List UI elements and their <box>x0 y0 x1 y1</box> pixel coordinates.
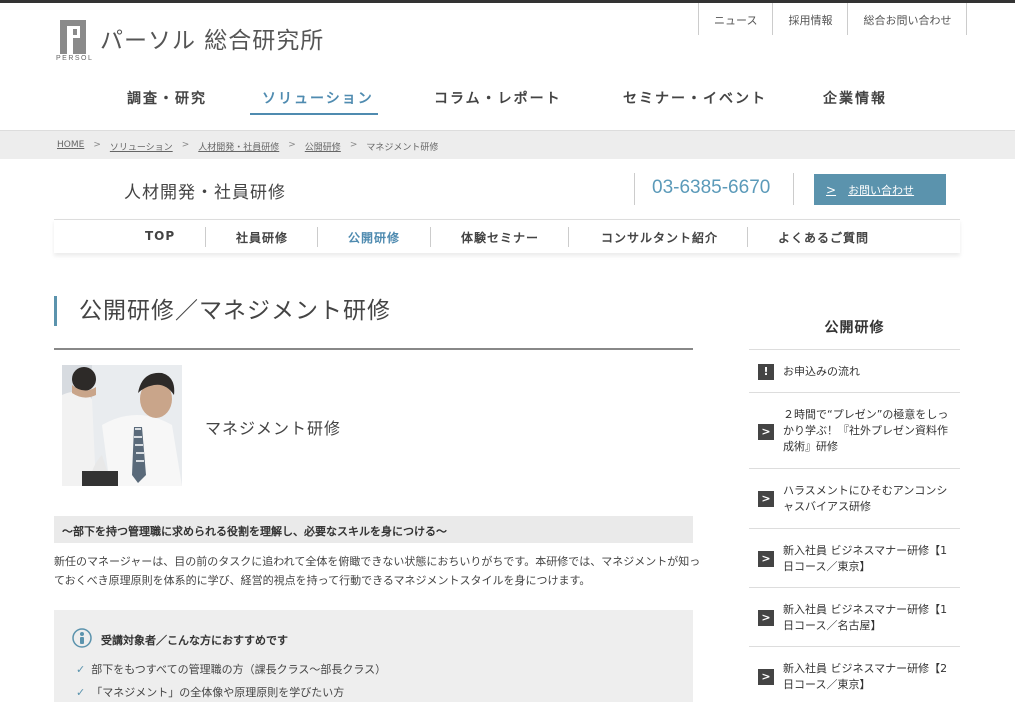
util-link-recruit[interactable]: 採用情報 <box>772 3 847 35</box>
page-title: 公開研修／マネジメント研修 <box>54 296 391 326</box>
breadcrumb-home[interactable]: HOME <box>57 140 84 153</box>
section-title[interactable]: 人材開発・社員研修 <box>124 178 286 203</box>
lead-box: 〜部下を持つ管理職に求められる役割を理解し、必要なスキルを身につける〜 <box>54 516 693 543</box>
sidebar-item-presentation[interactable]: > ２時間で“プレゼン”の極意をしっかり学ぶ！『社外プレゼン資料作成術』研修 <box>749 392 960 469</box>
sidebar-item-application-flow[interactable]: ! お申込みの流れ <box>749 349 960 393</box>
chevron-right-icon: > <box>349 140 358 150</box>
breadcrumb-hr-development[interactable]: 人材開発・社員研修 <box>198 140 279 153</box>
exclamation-icon: ! <box>758 364 774 380</box>
utility-nav: ニュース 採用情報 総合お問い合わせ <box>698 3 968 35</box>
divider <box>430 227 431 247</box>
chevron-right-icon: > <box>181 140 190 150</box>
chevron-right-icon: > <box>288 140 296 150</box>
sidebar-item-harassment[interactable]: > ハラスメントにひそむアンコンシャスバイアス研修 <box>749 468 960 529</box>
sidebar-item-label: ２時間で“プレゼン”の極意をしっかり学ぶ！『社外プレゼン資料作成術』研修 <box>783 408 949 453</box>
breadcrumb-solution[interactable]: ソリューション <box>110 140 173 153</box>
gnav-solution[interactable]: ソリューション <box>262 88 374 108</box>
sidebar-item-label: 新入社員 ビジネスマナー研修【2日コース／東京】 <box>783 662 948 691</box>
lead-text: 〜部下を持つ管理職に求められる役割を理解し、必要なスキルを身につける〜 <box>62 525 447 538</box>
util-link-contact[interactable]: 総合お問い合わせ <box>847 3 968 35</box>
lnav-top[interactable]: TOP <box>145 229 175 243</box>
chevron-right-icon: > <box>758 669 774 685</box>
sidebar-title: 公開研修 <box>824 320 885 336</box>
breadcrumb-bar: HOME > ソリューション > 人材開発・社員研修 > 公開研修 > マネジメ… <box>0 130 1015 159</box>
target-item-text: 部下をもつすべての管理職の方（課長クラス〜部長クラス） <box>91 663 387 676</box>
chevron-right-icon: > <box>826 182 837 197</box>
person-info-icon <box>72 628 92 648</box>
divider <box>793 173 794 205</box>
gnav-company[interactable]: 企業情報 <box>823 88 887 108</box>
chevron-right-icon: > <box>758 491 774 507</box>
global-nav: 調査・研究 ソリューション コラム・レポート セミナー・イベント 企業情報 <box>0 88 1015 118</box>
chevron-right-icon: > <box>93 140 101 150</box>
breadcrumb-current: マネジメント研修 <box>366 143 439 153</box>
check-icon: ✓ <box>76 686 86 699</box>
divider <box>568 227 569 247</box>
target-audience-box: 受講対象者／こんな方におすすめです ✓ 部下をもつすべての管理職の方（課長クラス〜… <box>54 610 693 702</box>
breadcrumb: HOME > ソリューション > 人材開発・社員研修 > 公開研修 > マネジメ… <box>57 140 438 153</box>
course-name: マネジメント研修 <box>205 419 342 438</box>
divider <box>54 348 693 350</box>
chevron-right-icon: > <box>758 551 774 567</box>
sidebar-item-manners-2day-tokyo[interactable]: > 新入社員 ビジネスマナー研修【2日コース／東京】 <box>749 646 960 702</box>
contact-button[interactable]: > お問い合わせ <box>814 174 946 205</box>
lnav-employee-training[interactable]: 社員研修 <box>236 229 288 246</box>
sidebar-item-label: 新入社員 ビジネスマナー研修【1日コース／東京】 <box>783 544 948 573</box>
logo-subtext: PERSOL <box>56 55 94 62</box>
gnav-research[interactable]: 調査・研究 <box>127 88 207 108</box>
gnav-seminar-event[interactable]: セミナー・イベント <box>623 88 767 108</box>
sidebar-item-label: お申込みの流れ <box>783 365 860 378</box>
lnav-consultants[interactable]: コンサルタント紹介 <box>601 229 718 246</box>
sidebar-item-label: 新入社員 ビジネスマナー研修【1日コース／名古屋】 <box>783 603 948 632</box>
lnav-trial-seminar[interactable]: 体験セミナー <box>461 229 539 246</box>
breadcrumb-public-training[interactable]: 公開研修 <box>305 140 341 153</box>
divider <box>634 173 635 205</box>
contact-button-label: お問い合わせ <box>848 183 915 197</box>
sidebar-item-manners-1day-tokyo[interactable]: > 新入社員 ビジネスマナー研修【1日コース／東京】 <box>749 528 960 588</box>
course-description: 新任のマネージャーは、目の前のタスクに追われて全体を俯瞰できない状態におちいりが… <box>54 555 701 587</box>
sidebar-item-label: ハラスメントにひそむアンコンシャスバイアス研修 <box>783 484 948 513</box>
divider <box>747 227 748 247</box>
divider <box>317 227 318 247</box>
target-item: ✓ 「マネジメント」の全体像や原理原則を学びたい方 <box>76 684 344 700</box>
course-photo <box>62 365 182 486</box>
check-icon: ✓ <box>76 663 86 676</box>
chevron-right-icon: > <box>758 610 774 626</box>
gnav-column-report[interactable]: コラム・レポート <box>434 88 562 108</box>
util-link-news[interactable]: ニュース <box>698 3 772 35</box>
target-title: 受講対象者／こんな方におすすめです <box>101 634 288 647</box>
gnav-active-underline <box>250 113 378 115</box>
chevron-right-icon: > <box>758 424 774 440</box>
target-item: ✓ 部下をもつすべての管理職の方（課長クラス〜部長クラス） <box>76 661 386 677</box>
phone-number: 03-6385-6670 <box>652 177 771 198</box>
local-nav: TOP 社員研修 公開研修 体験セミナー コンサルタント紹介 よくあるご質問 <box>54 219 960 253</box>
lnav-public-training[interactable]: 公開研修 <box>348 229 400 246</box>
divider <box>205 227 206 247</box>
persol-logo-icon <box>60 20 86 54</box>
sidebar-item-manners-1day-nagoya[interactable]: > 新入社員 ビジネスマナー研修【1日コース／名古屋】 <box>749 587 960 647</box>
lnav-faq[interactable]: よくあるご質問 <box>778 229 869 246</box>
target-item-text: 「マネジメント」の全体像や原理原則を学びたい方 <box>91 686 345 699</box>
logo-text: パーソル 総合研究所 <box>100 28 325 54</box>
